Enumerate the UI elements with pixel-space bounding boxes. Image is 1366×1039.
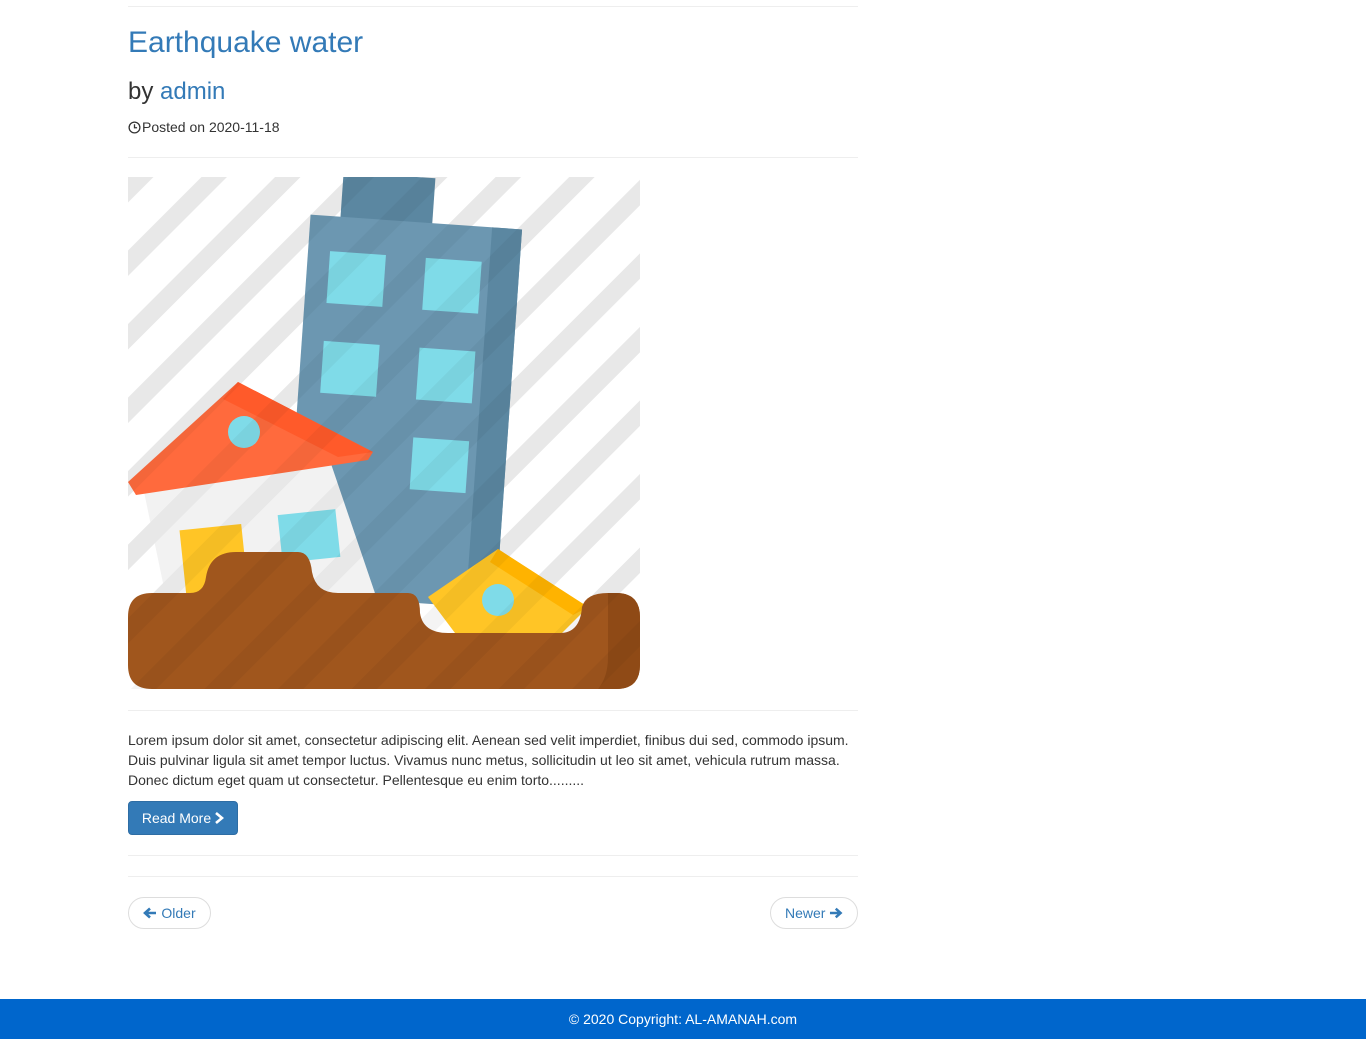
arrow-left-icon — [143, 907, 157, 919]
chevron-right-icon — [215, 812, 225, 824]
clock-icon — [128, 120, 141, 134]
post-date-text: Posted on 2020-11-18 — [142, 119, 280, 135]
post-date: Posted on 2020-11-18 — [128, 117, 280, 137]
post-title[interactable]: Earthquake water — [128, 26, 363, 60]
footer-copyright: © 2020 Copyright: AL-AMANAH.com — [568, 1011, 798, 1027]
page: Earthquake water by admin Posted on 2020… — [0, 0, 1366, 1039]
newer-button[interactable]: Newer — [770, 897, 858, 929]
older-label: Older — [161, 905, 196, 921]
divider-top — [128, 6, 858, 7]
divider-image — [128, 710, 858, 711]
footer: © 2020 Copyright: AL-AMANAH.com — [0, 999, 1366, 1039]
divider-pager — [128, 876, 858, 877]
author-link[interactable]: admin — [160, 78, 225, 105]
newer-label: Newer — [785, 905, 826, 921]
byline-prefix: by — [128, 78, 154, 105]
arrow-right-icon — [830, 907, 843, 919]
byline: by admin — [128, 77, 225, 107]
read-more-label: Read More — [141, 810, 212, 826]
older-button[interactable]: Older — [128, 897, 211, 929]
divider-post-end — [128, 855, 858, 856]
post-image — [128, 177, 640, 689]
post-excerpt: Lorem ipsum dolor sit amet, consectetur … — [128, 732, 849, 788]
divider-header — [128, 157, 858, 158]
read-more-button[interactable]: Read More — [128, 801, 238, 835]
